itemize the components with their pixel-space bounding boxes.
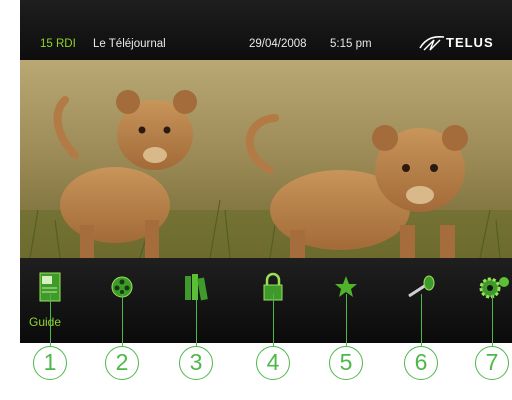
callout-number: 2: [105, 346, 139, 380]
telus-logo: TELUS: [418, 34, 510, 52]
telus-swoosh-icon: [419, 35, 445, 51]
channel-number: 15 RDI: [40, 38, 76, 50]
callout-line: [346, 294, 347, 346]
live-tv-video: [20, 60, 512, 258]
callout-number: 6: [404, 346, 438, 380]
callout-number: 1: [33, 346, 67, 380]
selected-menu-label: Guide: [29, 315, 62, 329]
callout-line: [122, 294, 123, 346]
callout-number: 3: [179, 346, 213, 380]
callout-line: [50, 294, 51, 346]
callout-line: [492, 294, 493, 346]
main-menu-bar: Guide: [20, 258, 512, 343]
callout-number: 5: [329, 346, 363, 380]
tv-screen: 15 RDI Le Téléjournal 29/04/2008 5:15 pm…: [20, 0, 512, 343]
callout-line: [196, 294, 197, 346]
callout-number: 7: [475, 346, 509, 380]
date-display: 29/04/2008: [249, 38, 307, 50]
brand-name: TELUS: [446, 35, 494, 50]
callout-line: [273, 294, 274, 346]
channel-program-title: Le Téléjournal: [93, 38, 166, 50]
callout-line: [421, 294, 422, 346]
info-bar: 15 RDI Le Téléjournal 29/04/2008 5:15 pm…: [20, 0, 512, 60]
callout-number: 4: [256, 346, 290, 380]
time-display: 5:15 pm: [330, 38, 372, 50]
